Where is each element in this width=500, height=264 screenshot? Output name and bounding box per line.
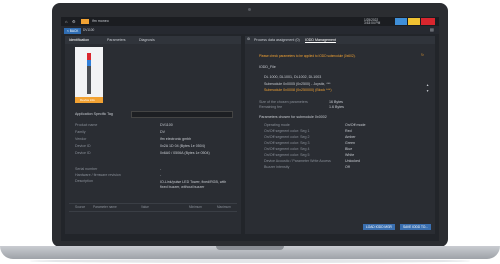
param-label: On/Off segment color: Seg 1 (264, 129, 310, 133)
param-value: White (345, 153, 355, 157)
param-label: Operating mode (264, 123, 290, 127)
status-badge-blue[interactable] (395, 18, 407, 25)
param-label: Buzzer intensity (264, 165, 290, 169)
field-label: Vendor (75, 137, 87, 141)
back-button[interactable]: < BACK (64, 27, 82, 34)
laptop-notch (216, 246, 284, 250)
time-display: 3:53:04 PM (364, 21, 381, 25)
field-value: ifm electronic gmbh (160, 137, 192, 141)
grid-icon[interactable]: ⚙ (247, 37, 250, 42)
field-value: DV1100 (160, 123, 173, 127)
warning-text: Please check parameters to be applied to… (259, 54, 356, 58)
table-header: Source (75, 205, 86, 209)
param-value: Blue (345, 147, 353, 151)
up-arrow-icon[interactable]: ▲ (426, 83, 429, 87)
status-badge-red[interactable] (421, 18, 435, 25)
device-name: ifm moneo (92, 19, 109, 23)
field-label: Device ID (75, 144, 91, 148)
divider (69, 203, 237, 204)
breadcrumb: DV1100 (83, 27, 95, 32)
camera-dot (248, 8, 251, 11)
field-value: 0x2A 1D 04 (Bytes 1e 0504) (160, 144, 205, 148)
app-tag-input[interactable] (131, 111, 233, 118)
param-label: On/Off segment color: Seg 5 (264, 153, 310, 157)
top-bar (61, 17, 439, 26)
refresh-icon[interactable]: ↻ (421, 53, 424, 58)
param-label: Device Acoustic / Parameter Write Access (264, 159, 331, 163)
laptop-shadow (30, 259, 470, 263)
tab-process-data[interactable]: Process data assignment (0) (254, 38, 300, 43)
app-logo (81, 19, 89, 24)
param-value: Off (345, 165, 350, 169)
table-header: Value (141, 205, 149, 209)
app-tag-label: Application Specific Tag (75, 112, 113, 116)
param-label: On/Off segment color: Seg 4 (264, 147, 310, 151)
field-value: - (160, 173, 162, 177)
field-value: DV (160, 130, 165, 134)
menu-icon[interactable]: ▤ (430, 28, 434, 32)
iodd-file-label: IODD_File (259, 65, 276, 69)
size-label: Remaining fee (259, 105, 283, 109)
tab-identification[interactable]: Identification (69, 38, 89, 43)
table-header: Minimum (189, 205, 202, 209)
field-label: Serial number (75, 167, 98, 171)
status-badge-yellow[interactable] (408, 18, 420, 25)
nav-bar (61, 26, 439, 34)
param-value: Unlocked (345, 159, 360, 163)
field-label: Device ID (75, 151, 91, 155)
field-value: - (160, 167, 162, 171)
app-screen: ⌂ ⚙ ifm moneo 1/25/2022 3:53:04 PM < BAC… (61, 17, 439, 241)
settings-icon[interactable]: ⚙ (72, 19, 76, 24)
param-value: Green (345, 141, 355, 145)
param-value: Amber (345, 135, 356, 139)
tab-iodd-management[interactable]: IODD Management (305, 38, 336, 43)
size-value: 1.6 Bytes (329, 105, 344, 109)
load-iodd-button[interactable]: LOAD IODD MGR (363, 224, 395, 231)
param-label: On/Off segment color: Seg 3 (264, 141, 310, 145)
field-label: Product name (75, 123, 98, 127)
submodule-row-selected[interactable]: Submodule 0x0008 (0x250000) (Block ***) (264, 88, 332, 93)
table-header: Parameter name (93, 205, 117, 209)
save-iodd-button[interactable]: SAVE IODD TO... (400, 224, 431, 231)
field-value: 0x6A0 / 0506A (Bytes 1e 0504) (160, 151, 210, 155)
table-header: Maximum (217, 205, 231, 209)
device-info-caption: Device info (80, 97, 95, 102)
param-value: Red (345, 129, 352, 133)
param-label: On/Off segment color: Seg 2 (264, 135, 310, 139)
field-value: IO-Link/pulse LED Tower, fixed/RGB, with… (160, 180, 227, 189)
tab-parameters[interactable]: Parameters (107, 38, 126, 43)
home-icon[interactable]: ⌂ (65, 19, 67, 24)
tower-segment-red (87, 53, 91, 60)
down-arrow-icon[interactable]: ▼ (426, 89, 429, 93)
field-label: Description (75, 179, 93, 183)
tab-diagnosis[interactable]: Diagnosis (139, 38, 155, 43)
param-value: On/Off mode (345, 123, 366, 127)
field-label: Family (75, 130, 86, 134)
params-title: Parameters chosen for submodule 0x0002 (259, 115, 327, 119)
field-label: Hardware / firmware revision (75, 173, 121, 177)
tower-base (87, 66, 91, 94)
divider (69, 211, 237, 212)
submodule-row: Submodule 0x0005 (0x2500) - Joystix, *** (264, 82, 331, 86)
iodd-file-row: DL 1000, DL1001, DL1002, DL1003 (264, 75, 322, 79)
